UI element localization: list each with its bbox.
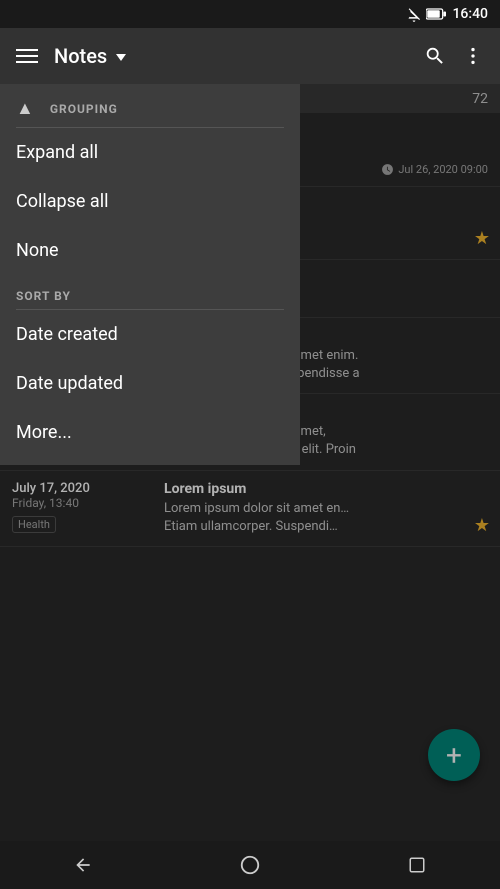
collapse-up-button[interactable]: ▲ — [16, 98, 34, 119]
grouping-label: GROUPING — [50, 102, 118, 116]
recent-button[interactable] — [397, 845, 437, 885]
title-dropdown-arrow[interactable] — [116, 54, 126, 61]
date-created-item[interactable]: Date created — [0, 310, 300, 359]
dropdown-header: ▲ GROUPING — [0, 84, 300, 127]
app-title: Notes — [54, 44, 408, 68]
home-button[interactable] — [230, 845, 270, 885]
menu-button[interactable] — [16, 49, 38, 63]
battery-icon — [426, 7, 446, 21]
back-button[interactable] — [63, 845, 103, 885]
notification-icon — [406, 6, 422, 22]
more-options-button[interactable] — [462, 45, 484, 67]
dropdown-menu: ▲ GROUPING Expand all Collapse all None … — [0, 84, 300, 465]
more-item[interactable]: More... — [0, 408, 300, 457]
status-bar: 16:40 — [0, 0, 500, 28]
status-icons — [406, 6, 446, 22]
main-content: ▲ 72 July 1… Saturda… Finance dolor sit … — [0, 84, 500, 841]
app-bar-actions — [424, 45, 484, 67]
collapse-all-item[interactable]: Collapse all — [0, 177, 300, 226]
none-item[interactable]: None — [0, 226, 300, 275]
status-time: 16:40 — [452, 6, 488, 22]
sort-by-label: SORT BY — [0, 275, 300, 309]
bottom-nav — [0, 841, 500, 889]
search-button[interactable] — [424, 45, 446, 67]
app-bar: Notes — [0, 28, 500, 84]
expand-all-item[interactable]: Expand all — [0, 128, 300, 177]
date-updated-item[interactable]: Date updated — [0, 359, 300, 408]
